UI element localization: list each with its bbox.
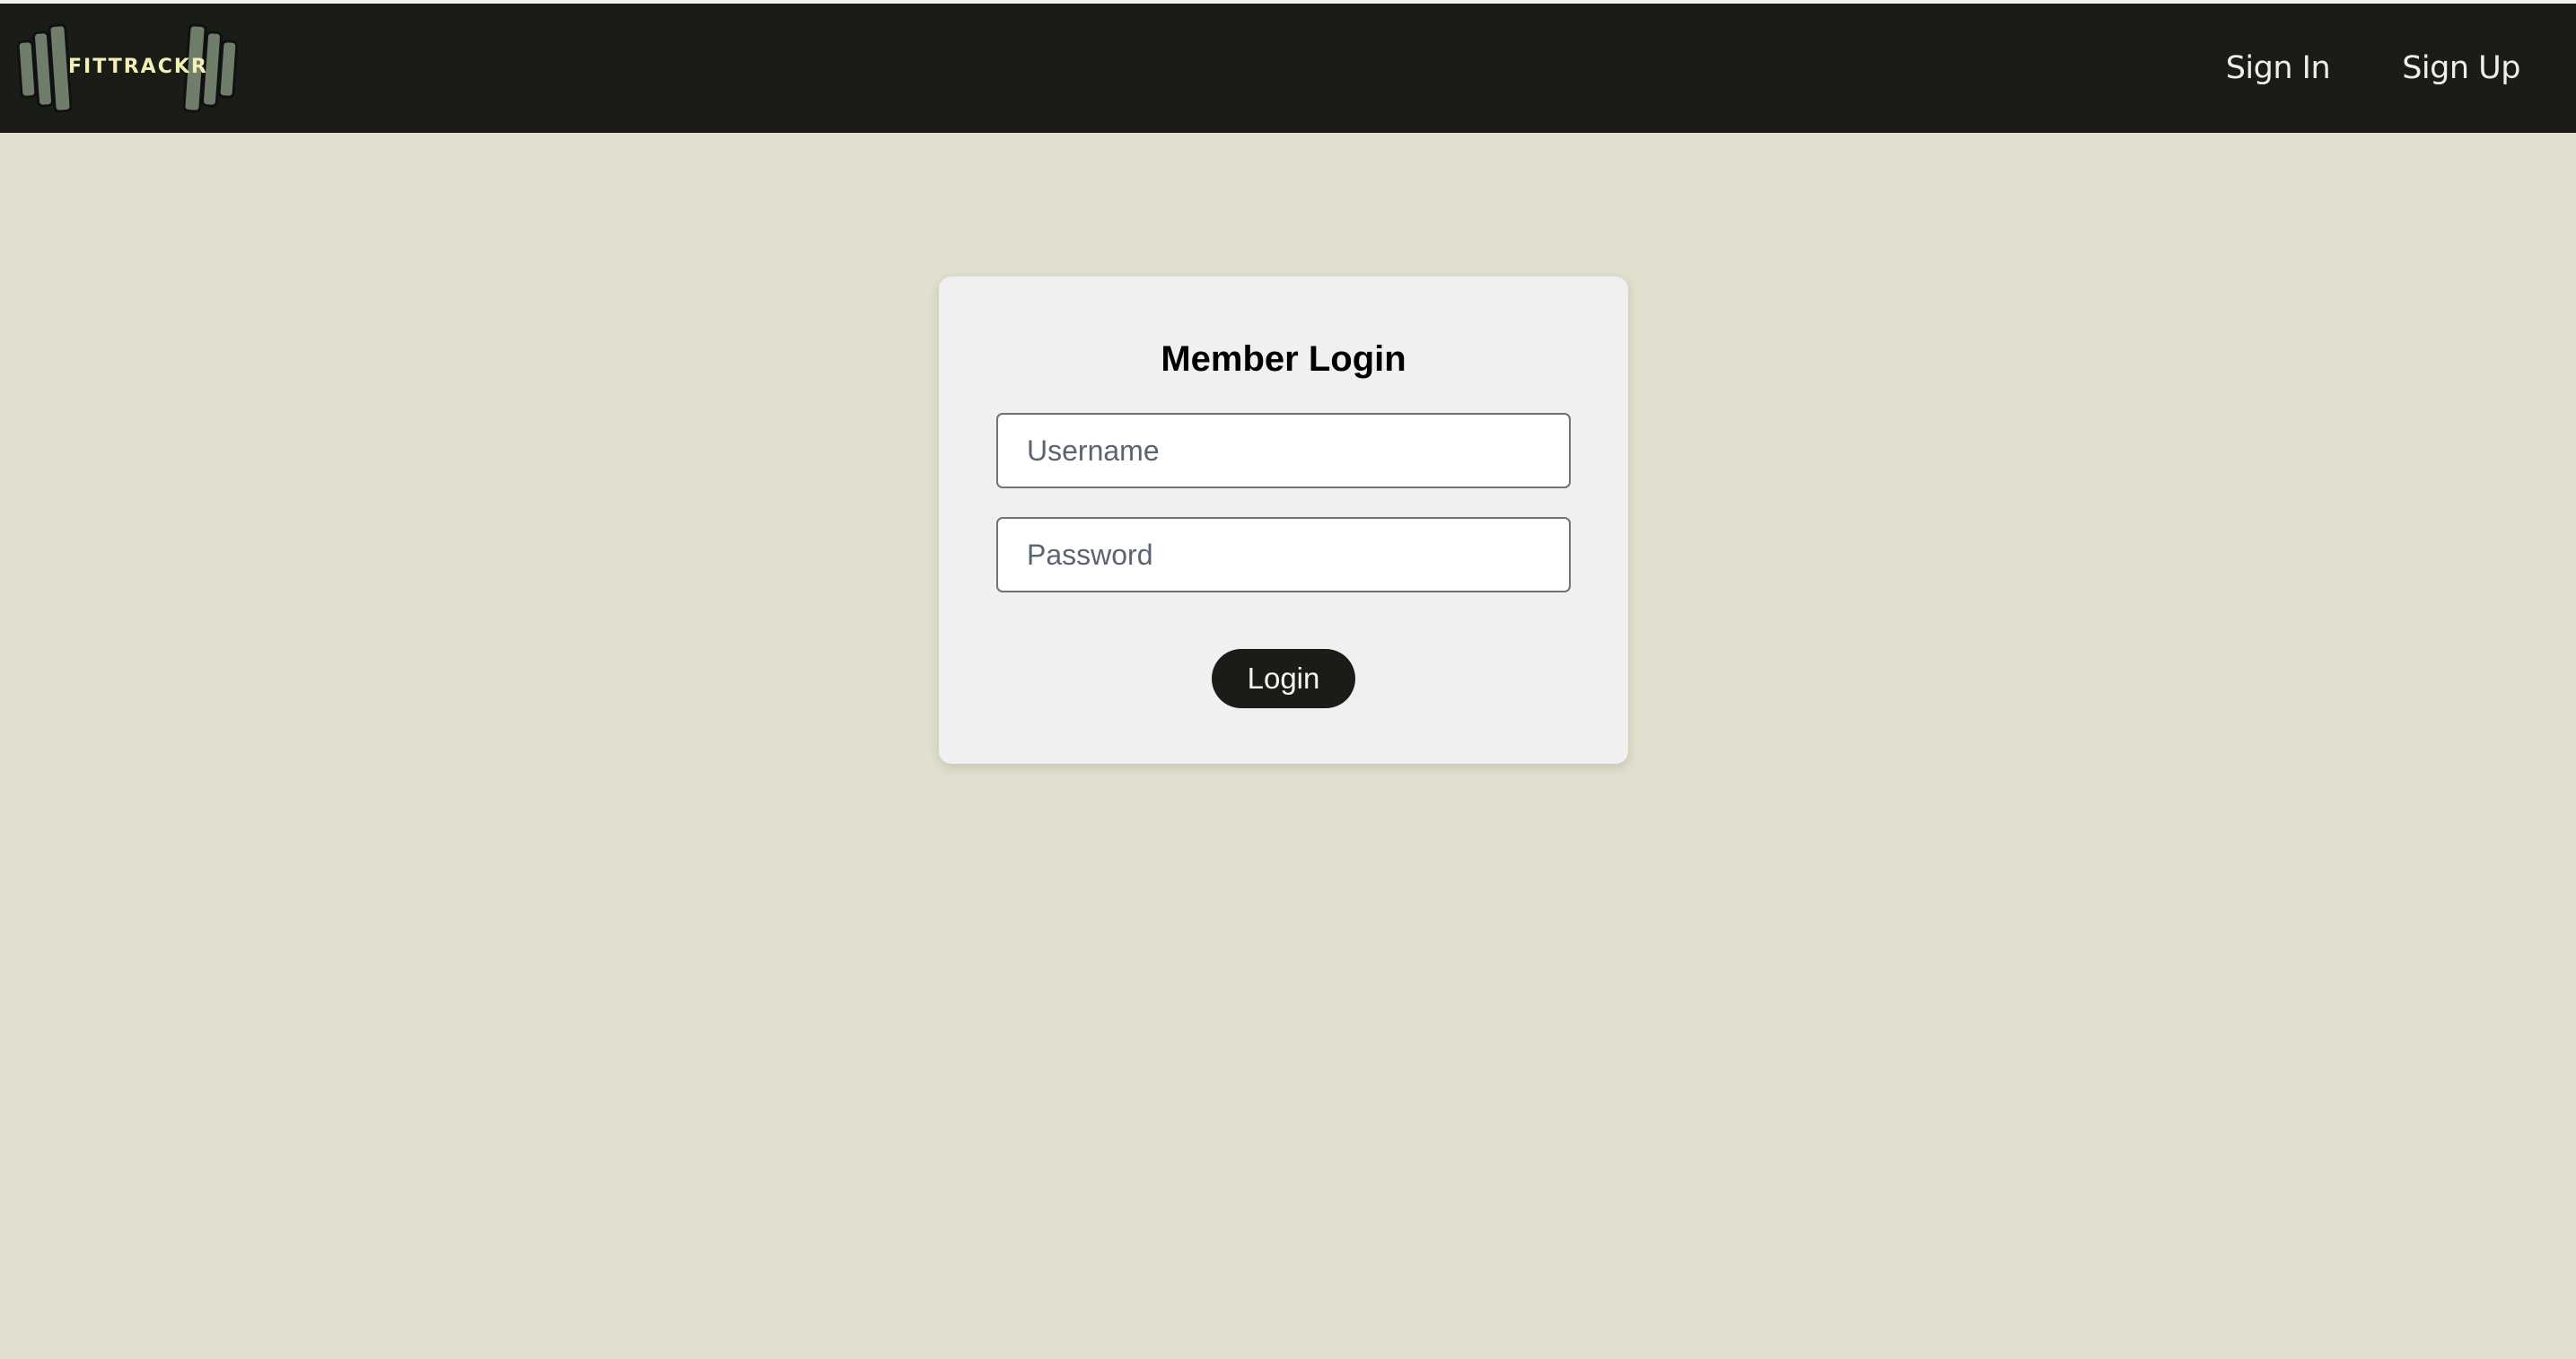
login-button[interactable]: Login (1212, 649, 1355, 708)
username-input[interactable] (996, 413, 1571, 488)
brand-logo[interactable]: FITTRACKR (16, 22, 241, 115)
login-title: Member Login (1161, 339, 1406, 379)
brand-name: FITTRACKR (68, 56, 208, 78)
sign-up-link[interactable]: Sign Up (2402, 50, 2520, 86)
sign-in-link[interactable]: Sign In (2226, 50, 2331, 86)
navbar: FITTRACKR Sign In Sign Up (0, 4, 2576, 133)
login-card: Member Login Login (939, 276, 1628, 764)
password-input[interactable] (996, 517, 1571, 592)
nav-links: Sign In Sign Up (2226, 50, 2521, 86)
